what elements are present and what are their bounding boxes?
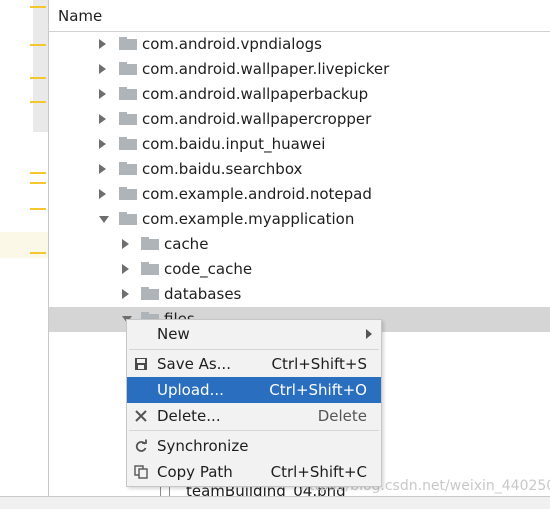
tree-row[interactable]: com.android.wallpapercropper xyxy=(49,107,550,132)
change-marker xyxy=(30,101,46,103)
tree-row[interactable]: com.baidu.searchbox xyxy=(49,157,550,182)
menu-item-upload[interactable]: Upload... Ctrl+Shift+O xyxy=(127,377,381,403)
tree-row-label: cache xyxy=(164,235,209,253)
submenu-arrow-icon xyxy=(366,329,372,339)
tree-row-label: com.baidu.searchbox xyxy=(142,160,303,178)
tree-row-label: com.example.myapplication xyxy=(142,210,355,228)
tree-row[interactable]: com.android.wallpaper.livepicker xyxy=(49,57,550,82)
copy-icon xyxy=(134,465,148,479)
tree-row[interactable]: code_cache xyxy=(49,257,550,282)
status-strip xyxy=(0,496,550,509)
folder-icon xyxy=(119,37,137,50)
editor-scrollbar[interactable] xyxy=(33,0,48,132)
chevron-right-icon[interactable] xyxy=(99,114,106,124)
change-marker xyxy=(30,6,46,8)
folder-icon xyxy=(141,262,159,275)
menu-item-label: Delete... xyxy=(157,407,221,425)
tree-row-label: code_cache xyxy=(164,260,253,278)
menu-item-shortcut: Ctrl+Shift+C xyxy=(270,463,367,481)
tree-row-label: com.android.wallpaper.livepicker xyxy=(142,60,390,78)
menu-item-label: Upload... xyxy=(157,381,224,399)
menu-item-label: Save As... xyxy=(157,355,231,373)
chevron-right-icon[interactable] xyxy=(99,164,106,174)
menu-item-shortcut: Ctrl+Shift+S xyxy=(271,355,367,373)
tree-row[interactable]: databases xyxy=(49,282,550,307)
menu-item-label: Copy Path xyxy=(157,463,233,481)
chevron-right-icon[interactable] xyxy=(122,264,129,274)
editor-current-line xyxy=(0,232,48,258)
tree-row-label: com.baidu.input_huawei xyxy=(142,135,326,153)
tree-row[interactable]: com.android.vpndialogs xyxy=(49,32,550,57)
sync-icon xyxy=(135,439,147,452)
folder-icon xyxy=(119,137,137,150)
tree-row-label: com.android.wallpaperbackup xyxy=(142,85,369,103)
menu-item-shortcut: Ctrl+Shift+O xyxy=(269,381,367,399)
menu-item-label: New xyxy=(157,325,190,343)
chevron-down-icon[interactable] xyxy=(99,216,109,223)
chevron-right-icon[interactable] xyxy=(122,289,129,299)
chevron-right-icon[interactable] xyxy=(99,89,106,99)
menu-item-copy-path[interactable]: Copy Path Ctrl+Shift+C xyxy=(127,459,381,485)
chevron-right-icon[interactable] xyxy=(99,64,106,74)
menu-separator xyxy=(129,430,379,431)
chevron-right-icon[interactable] xyxy=(122,239,129,249)
tree-row[interactable]: com.example.myapplication xyxy=(49,207,550,232)
change-marker xyxy=(30,172,46,174)
folder-icon xyxy=(141,237,159,250)
change-marker xyxy=(30,44,46,46)
change-marker xyxy=(30,252,46,254)
folder-icon xyxy=(119,187,137,200)
delete-icon xyxy=(135,410,147,422)
menu-separator xyxy=(129,349,379,350)
folder-icon xyxy=(141,287,159,300)
chevron-right-icon[interactable] xyxy=(99,39,106,49)
tree-row[interactable]: com.baidu.input_huawei xyxy=(49,132,550,157)
tree-row[interactable]: com.android.wallpaperbackup xyxy=(49,82,550,107)
tree-row-label: com.android.vpndialogs xyxy=(142,35,322,53)
save-icon xyxy=(135,358,147,370)
change-marker xyxy=(30,182,46,184)
folder-icon xyxy=(119,62,137,75)
tree-row-label: com.example.android.notepad xyxy=(142,185,372,203)
tree-row-label: databases xyxy=(164,285,242,303)
chevron-right-icon[interactable] xyxy=(99,189,106,199)
menu-item-delete[interactable]: Delete... Delete xyxy=(127,403,381,429)
menu-item-save-as[interactable]: Save As... Ctrl+Shift+S xyxy=(127,351,381,377)
folder-icon xyxy=(119,212,137,225)
context-menu: New Save As... Ctrl+Shift+S Upload... Ct… xyxy=(126,319,382,487)
folder-icon xyxy=(119,162,137,175)
menu-item-label: Synchronize xyxy=(157,437,249,455)
column-header: Name xyxy=(49,0,550,32)
folder-icon xyxy=(119,112,137,125)
editor-gutter xyxy=(0,0,48,509)
chevron-right-icon[interactable] xyxy=(99,139,106,149)
folder-icon xyxy=(119,87,137,100)
change-marker xyxy=(30,208,46,210)
tree-row-label: com.android.wallpapercropper xyxy=(142,110,372,128)
menu-item-synchronize[interactable]: Synchronize xyxy=(127,433,381,459)
change-marker xyxy=(30,77,46,79)
menu-item-new[interactable]: New xyxy=(127,321,381,347)
tree-row[interactable]: cache xyxy=(49,232,550,257)
column-header-name: Name xyxy=(58,7,103,25)
tree-row[interactable]: com.example.android.notepad xyxy=(49,182,550,207)
menu-item-shortcut: Delete xyxy=(317,407,367,425)
